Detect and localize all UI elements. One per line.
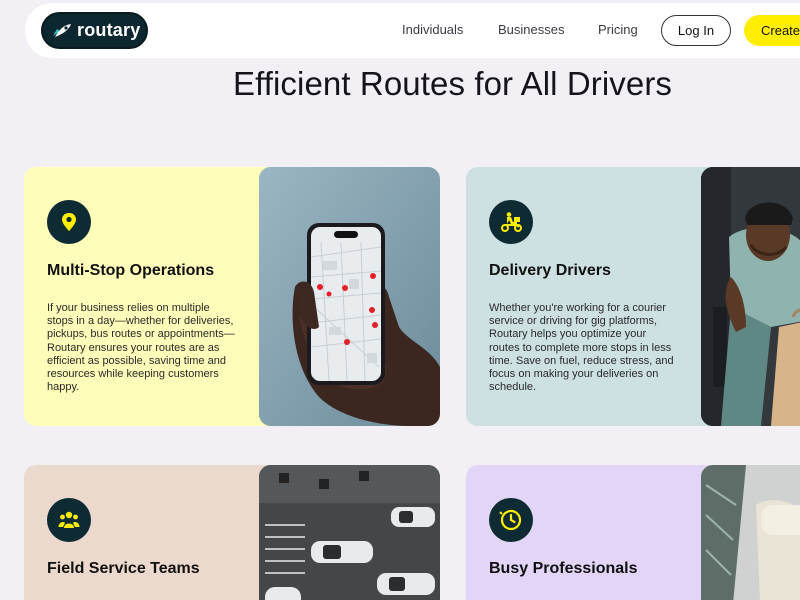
car-interior-photo [701, 465, 800, 600]
card-busy-professionals: Busy Professionals [466, 465, 800, 600]
brand-name: routary [77, 20, 141, 40]
card-multi-stop-operations: Multi-Stop Operations If your business r… [24, 167, 440, 426]
phone-map-photo [259, 167, 440, 426]
card-title: Multi-Stop Operations [47, 262, 215, 279]
card-delivery-drivers: Delivery Drivers Whether you're working … [466, 167, 800, 426]
clock-icon [489, 498, 533, 542]
card-title: Busy Professionals [489, 560, 638, 577]
card-field-service-teams: Field Service Teams [24, 465, 440, 600]
parking-lot-photo [259, 465, 440, 600]
team-icon [47, 498, 91, 542]
delivery-driver-photo [701, 167, 800, 426]
nav-link-businesses[interactable]: Businesses [498, 22, 564, 37]
nav-link-individuals[interactable]: Individuals [402, 22, 463, 37]
card-title: Delivery Drivers [489, 262, 611, 279]
scooter-delivery-icon [489, 200, 533, 244]
card-description: Whether you're working for a courier ser… [489, 302, 674, 394]
card-description: If your business relies on multiple stop… [47, 302, 235, 394]
routary-logo[interactable]: routary [41, 12, 148, 49]
create-button[interactable]: Create [744, 15, 800, 46]
page-title: Efficient Routes for All Drivers [232, 65, 673, 102]
location-pin-icon [47, 200, 91, 244]
top-navbar: routary Individuals Businesses Pricing L… [25, 3, 800, 58]
login-button[interactable]: Log In [661, 15, 731, 46]
logo-mark-icon [53, 23, 71, 37]
card-title: Field Service Teams [47, 560, 200, 577]
nav-link-pricing[interactable]: Pricing [598, 22, 638, 37]
